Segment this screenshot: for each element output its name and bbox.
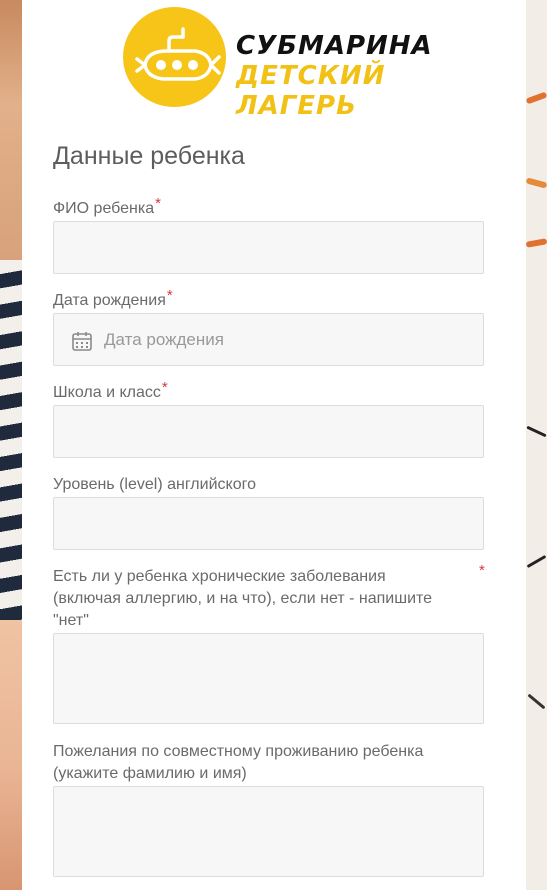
brand-name: СУБМАРИНА <box>236 31 433 61</box>
background-photo-left <box>0 0 22 890</box>
background-stroke <box>526 425 547 438</box>
birth-date-label-text: Дата рождения <box>53 292 166 309</box>
required-mark: * <box>155 195 161 212</box>
required-mark: * <box>479 562 485 579</box>
brand-subtitle: ДЕТСКИЙ ЛАГЕРЬ <box>236 61 386 121</box>
chronic-diseases-textarea[interactable] <box>53 633 484 724</box>
school-class-label-text: Школа и класс <box>53 384 161 401</box>
child-name-label: ФИО ребенка* <box>53 195 161 220</box>
form-card: СУБМАРИНА ДЕТСКИЙ ЛАГЕРЬ Данные ребенка … <box>22 0 526 890</box>
section-title: Данные ребенка <box>53 142 245 170</box>
submarine-icon <box>135 27 221 81</box>
child-name-input[interactable] <box>53 221 484 274</box>
background-stroke <box>526 554 547 569</box>
background-stroke <box>525 91 547 105</box>
background-stroke <box>527 693 546 710</box>
required-mark: * <box>161 379 168 396</box>
school-class-input[interactable] <box>53 405 484 458</box>
roommate-wishes-label: Пожелания по совместному проживанию ребе… <box>53 743 424 782</box>
roommate-wishes-textarea[interactable] <box>53 786 484 877</box>
birth-date-input[interactable]: Дата рождения <box>53 313 484 366</box>
background-stroke <box>525 238 547 248</box>
school-class-label: Школа и класс* <box>53 379 168 404</box>
brand-logo[interactable]: СУБМАРИНА ДЕТСКИЙ ЛАГЕРЬ <box>123 7 463 121</box>
child-name-label-text: ФИО ребенка <box>53 200 155 217</box>
birth-date-label: Дата рождения* <box>53 287 173 312</box>
calendar-icon <box>72 332 92 351</box>
birth-date-placeholder: Дата рождения <box>104 330 224 349</box>
background-stroke <box>525 177 547 189</box>
english-level-label: Уровень (level) английского <box>53 476 256 493</box>
english-level-input[interactable] <box>53 497 484 550</box>
required-mark: * <box>166 287 173 304</box>
logo-badge <box>123 7 226 107</box>
background-photo-right <box>525 0 547 890</box>
chronic-diseases-label: Есть ли у ребенка хронические заболевани… <box>53 568 433 629</box>
